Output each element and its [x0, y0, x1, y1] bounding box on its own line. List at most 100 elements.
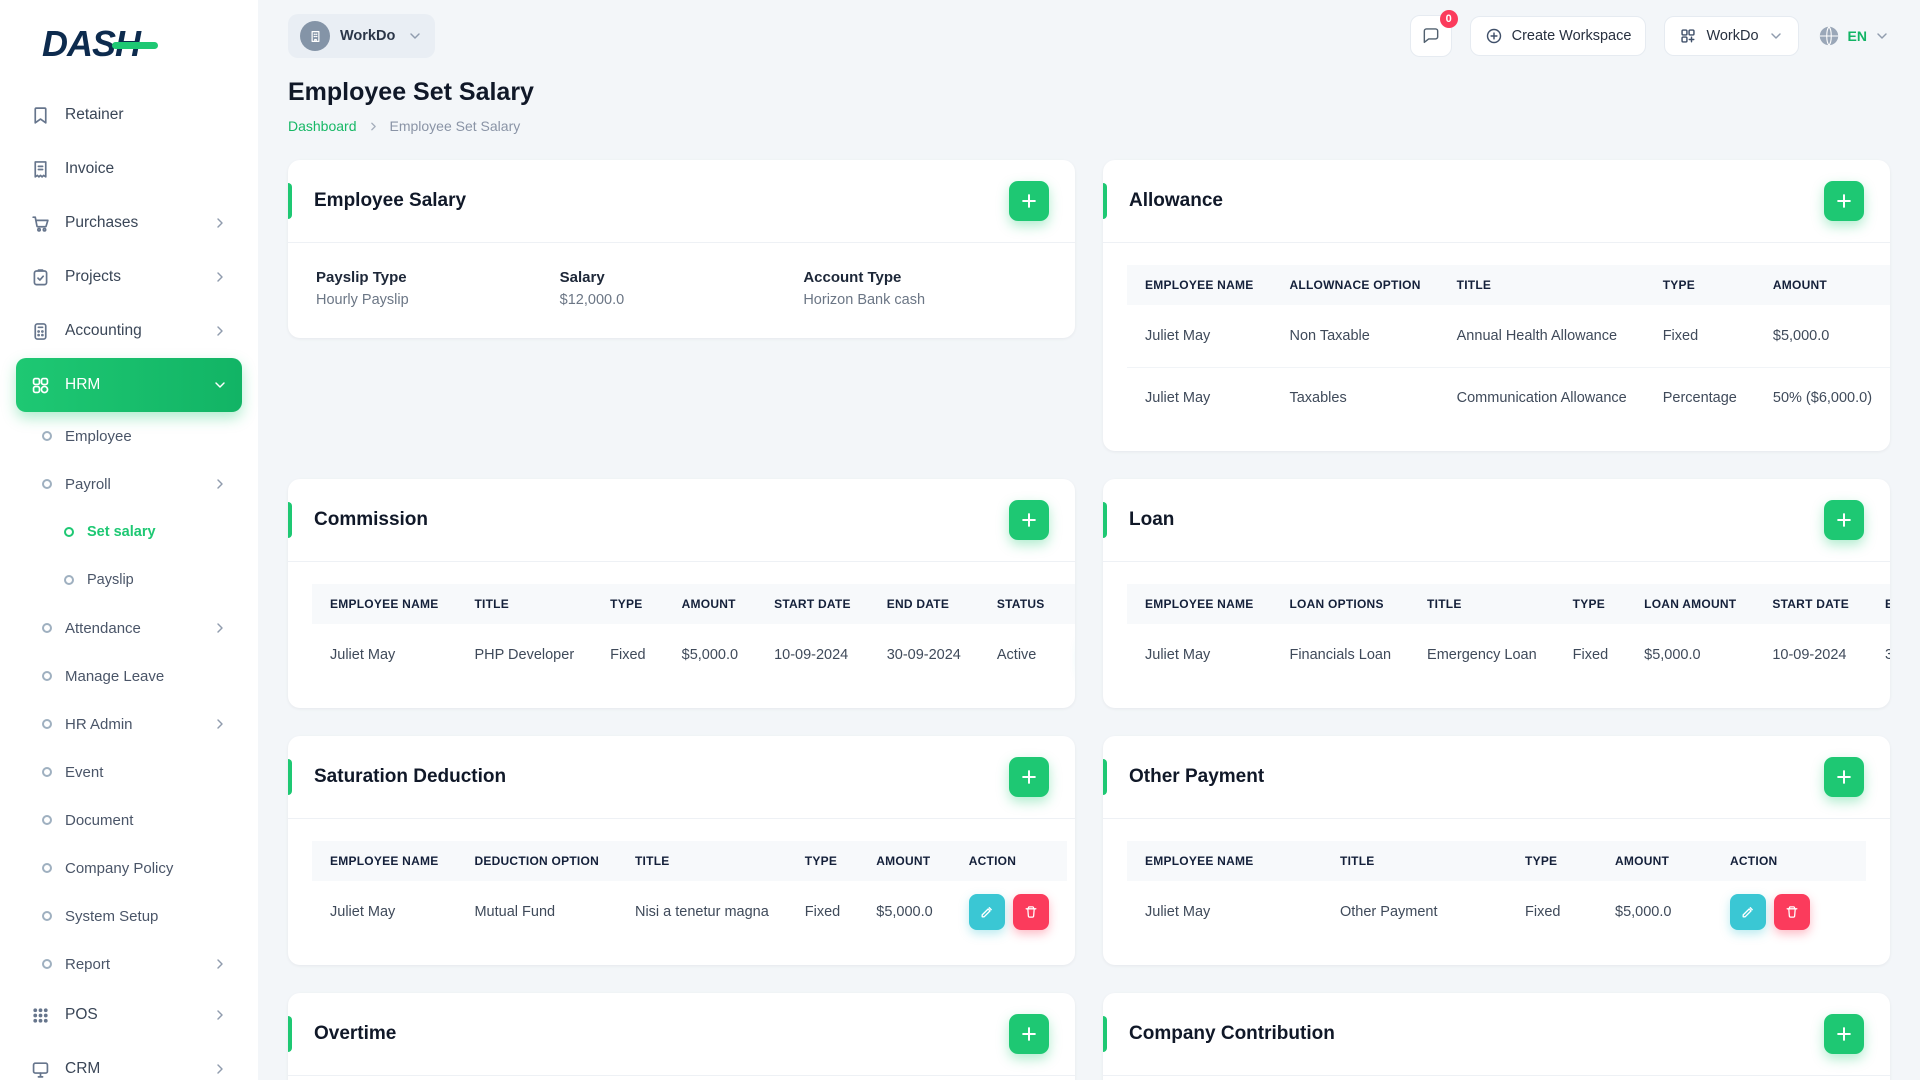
- sidebar-item-set-salary[interactable]: Set salary: [16, 508, 242, 556]
- column-header: START DATE: [756, 584, 869, 624]
- sidebar-item-label: Purchases: [65, 214, 139, 231]
- add-saturation-deduction-button[interactable]: [1009, 757, 1049, 797]
- sidebar-item-company-policy[interactable]: Company Policy: [16, 844, 242, 892]
- create-workspace-label: Create Workspace: [1511, 28, 1632, 44]
- sidebar-item-payslip[interactable]: Payslip: [16, 556, 242, 604]
- chevron-right-icon: [212, 716, 228, 732]
- sidebar-item-label: CRM: [65, 1060, 101, 1077]
- sidebar-item-hrm[interactable]: HRM: [16, 358, 242, 412]
- card-body-clipped: [288, 1076, 1075, 1080]
- column-header: AMOUNT: [1597, 841, 1712, 881]
- sidebar-item-pos[interactable]: POS: [16, 988, 242, 1042]
- workspace-switcher[interactable]: WorkDo: [288, 14, 436, 58]
- cell-title: Annual Health Allowance: [1456, 327, 1618, 344]
- other-payment-card: Other Payment EMPLOYEE NAME TITLE TYPE A…: [1103, 736, 1890, 965]
- cell-type: Percentage: [1644, 366, 1755, 429]
- add-company-contribution-button[interactable]: [1824, 1014, 1864, 1054]
- sidebar-item-label: Report: [65, 955, 111, 973]
- cell-start-date: 10-09-2024: [1772, 647, 1847, 663]
- sidebar-item-projects[interactable]: Projects: [16, 250, 242, 304]
- sidebar-item-system-setup[interactable]: System Setup: [16, 892, 242, 940]
- sidebar-item-crm[interactable]: CRM: [16, 1042, 242, 1080]
- delete-button[interactable]: [1774, 894, 1810, 930]
- table-header-row: EMPLOYEE NAME TITLE TYPE AMOUNT ACTION: [1127, 841, 1866, 881]
- sidebar-item-label: Manage Leave: [65, 667, 165, 685]
- column-header: EMPLOYEE NAME: [312, 584, 457, 624]
- card-header: Loan: [1103, 479, 1890, 562]
- column-header: TYPE: [592, 584, 664, 624]
- card-title: Loan: [1129, 509, 1175, 530]
- card-header: Commission: [288, 479, 1075, 562]
- column-header: TITLE: [1438, 265, 1645, 305]
- sidebar-item-manage-leave[interactable]: Manage Leave: [16, 652, 242, 700]
- add-allowance-button[interactable]: [1824, 181, 1864, 221]
- bullet-icon: [64, 527, 74, 537]
- cell-amount: $5,000.0: [1772, 327, 1830, 344]
- sidebar-item-hr-admin[interactable]: HR Admin: [16, 700, 242, 748]
- app-logo[interactable]: DASH: [16, 0, 242, 88]
- sidebar-item-label: Retainer: [65, 106, 124, 123]
- edit-button[interactable]: [1730, 894, 1766, 930]
- sidebar-item-label: Invoice: [65, 160, 115, 177]
- sidebar-item-label: Set salary: [87, 524, 156, 540]
- column-header: LOAN AMOUNT: [1626, 584, 1755, 624]
- cell-option: Mutual Fund: [474, 904, 556, 920]
- messages-button[interactable]: 0: [1409, 10, 1458, 57]
- crm-icon: [30, 1059, 51, 1080]
- breadcrumb-dashboard-link[interactable]: Dashboard: [288, 118, 357, 134]
- sidebar-item-document[interactable]: Document: [16, 796, 242, 844]
- bullet-icon: [42, 863, 52, 873]
- sidebar-item-label: HR Admin: [65, 715, 133, 733]
- delete-button[interactable]: [1012, 894, 1049, 930]
- hrm-icon: [30, 375, 51, 396]
- table-row: Juliet May Other Payment Fixed $5,000.0: [1127, 881, 1866, 943]
- language-selector[interactable]: EN: [1817, 24, 1890, 48]
- sidebar-item-retainer[interactable]: Retainer: [16, 88, 242, 142]
- cell-actions: [1063, 624, 1075, 686]
- add-commission-button[interactable]: [1009, 500, 1049, 540]
- sidebar-item-purchases[interactable]: Purchases: [16, 196, 242, 250]
- sidebar-item-attendance[interactable]: Attendance: [16, 604, 242, 652]
- sidebar-item-label: Company Policy: [65, 859, 174, 877]
- edit-button[interactable]: [968, 894, 1005, 930]
- card-header: Employee Salary: [288, 160, 1075, 243]
- column-header: TITLE: [1409, 584, 1555, 624]
- sidebar-item-label: POS: [65, 1006, 98, 1023]
- card-header: Saturation Deduction: [288, 736, 1075, 819]
- create-workspace-button[interactable]: Create Workspace: [1469, 16, 1647, 56]
- sidebar-item-employee[interactable]: Employee: [16, 412, 242, 460]
- pencil-icon: [979, 904, 995, 920]
- sidebar-item-invoice[interactable]: Invoice: [16, 142, 242, 196]
- cell-end-date: 30-09-2024: [1884, 647, 1890, 663]
- overtime-card: Overtime: [288, 993, 1075, 1080]
- column-header: ALLOWNACE OPTION: [1271, 265, 1439, 305]
- table-row: Juliet May PHP Developer Fixed $5,000.0 …: [312, 624, 1075, 686]
- column-header: ACTION: [1712, 841, 1866, 881]
- sidebar-item-report[interactable]: Report: [16, 940, 242, 988]
- card-body-clipped: [1103, 1076, 1890, 1080]
- sidebar-item-accounting[interactable]: Accounting: [16, 304, 242, 358]
- chevron-right-icon: [212, 956, 228, 972]
- add-loan-button[interactable]: [1824, 500, 1864, 540]
- breadcrumb: Dashboard Employee Set Salary: [288, 118, 1890, 134]
- cell-employee: Juliet May: [1145, 327, 1211, 344]
- chevron-down-icon: [407, 28, 423, 44]
- chevron-right-icon: [367, 120, 380, 133]
- column-header: TYPE: [1644, 265, 1755, 305]
- chevron-right-icon: [212, 620, 228, 636]
- field-label: Payslip Type: [316, 269, 407, 286]
- card-header: Allowance: [1103, 160, 1890, 243]
- add-other-payment-button[interactable]: [1824, 757, 1864, 797]
- add-employee-salary-button[interactable]: [1009, 181, 1049, 221]
- sidebar-item-payroll[interactable]: Payroll: [16, 460, 242, 508]
- table-row: Juliet May Non Taxable Annual Health All…: [1127, 305, 1890, 367]
- cell-title: PHP Developer: [474, 647, 575, 663]
- page-title: Employee Set Salary: [288, 78, 534, 106]
- workspace-menu-button[interactable]: WorkDo: [1664, 16, 1799, 56]
- sidebar-item-label: Employee: [65, 427, 132, 445]
- plus-icon: [1835, 511, 1853, 529]
- sidebar-item-label: Event: [65, 763, 104, 781]
- add-overtime-button[interactable]: [1009, 1014, 1049, 1054]
- sidebar-item-event[interactable]: Event: [16, 748, 242, 796]
- projects-icon: [30, 267, 51, 288]
